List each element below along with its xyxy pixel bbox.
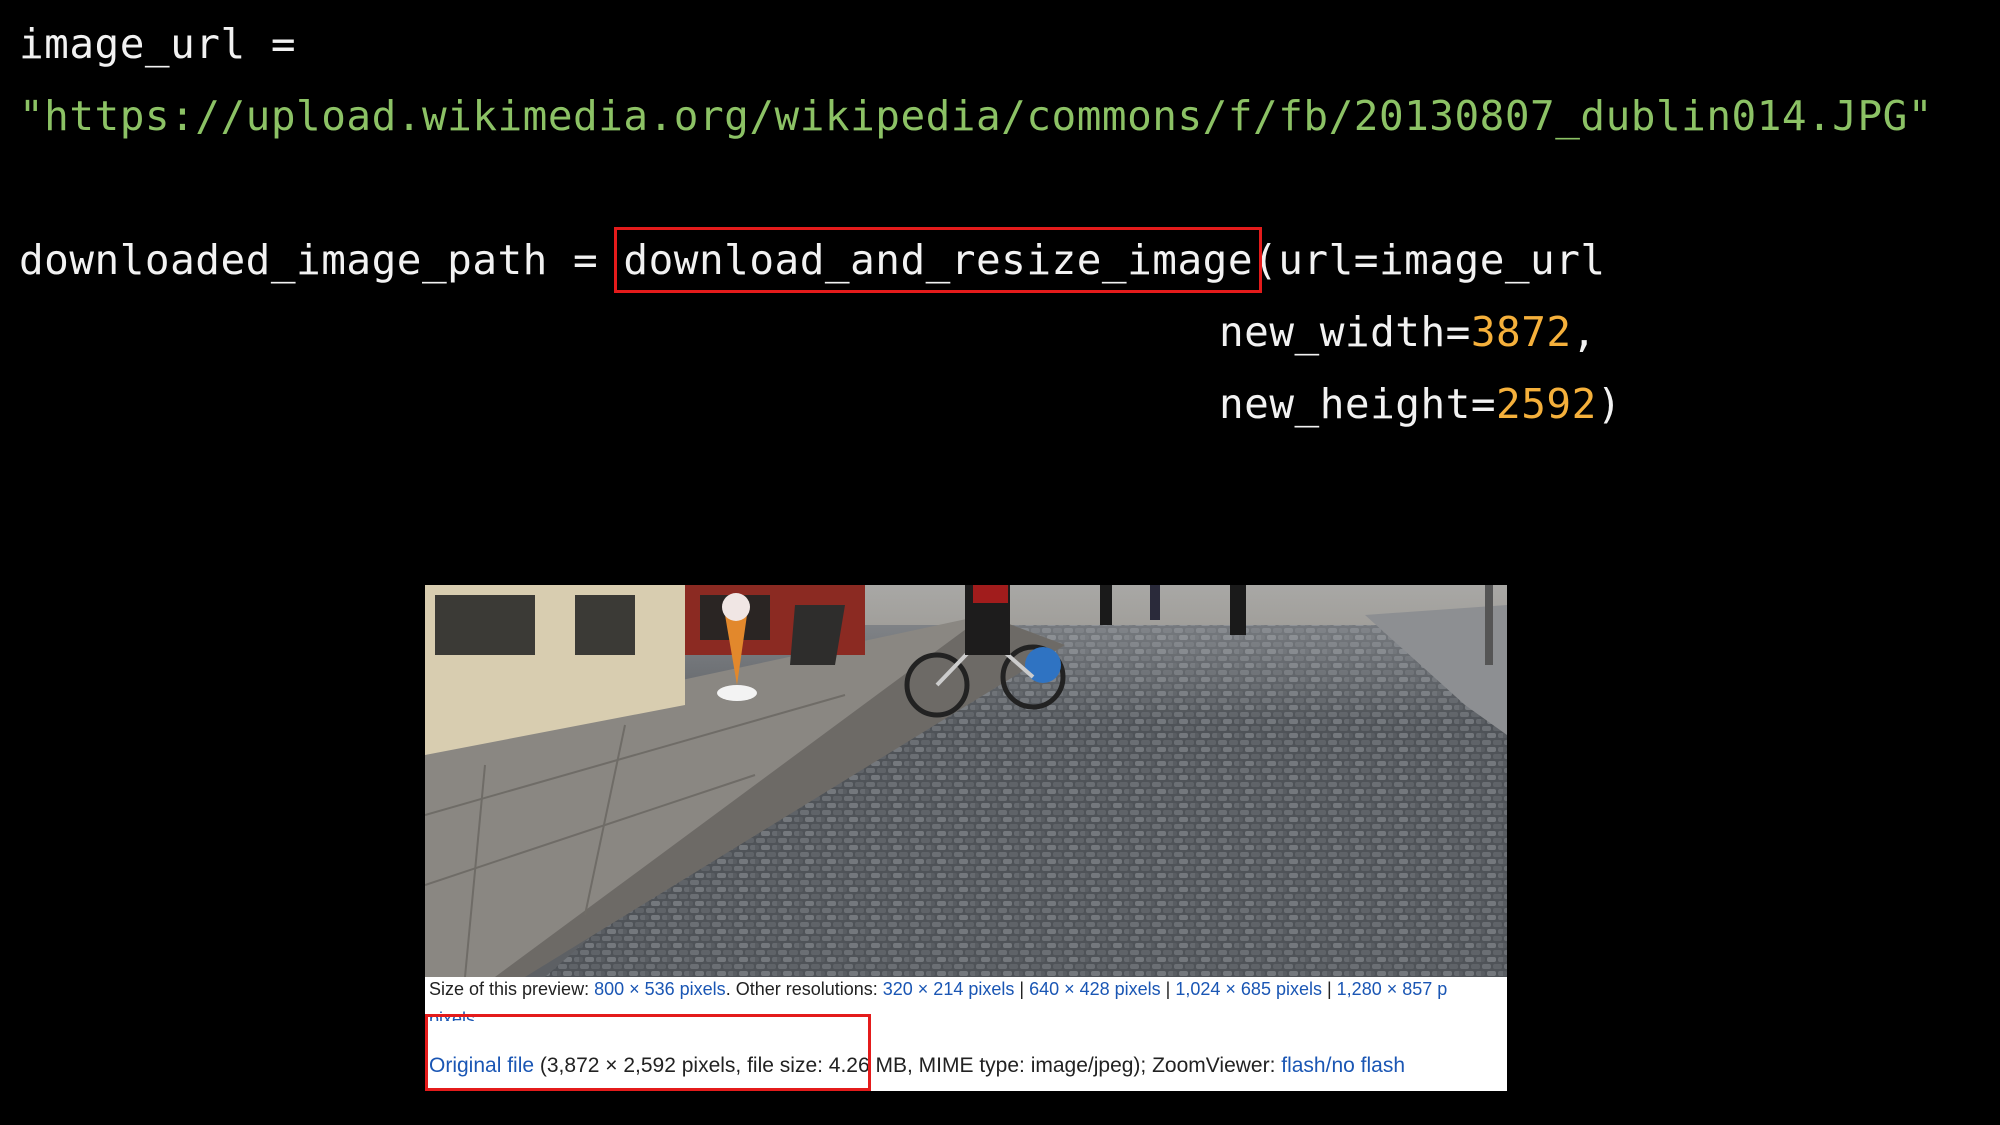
new-width-value: 3872 bbox=[1470, 308, 1572, 356]
downloaded-image-path-var: downloaded_image_path = bbox=[19, 236, 624, 284]
code-line-new-width: new_width=3872, bbox=[1219, 296, 1597, 368]
new-height-value: 2592 bbox=[1496, 380, 1597, 428]
other-resolutions-label: . Other resolutions: bbox=[725, 979, 883, 999]
resolution-link-1280[interactable]: 1,280 × 857 p bbox=[1337, 979, 1448, 999]
street-photo bbox=[425, 585, 1507, 977]
separator: | bbox=[1160, 979, 1176, 999]
code-line-url-string: "https://upload.wikimedia.org/wikipedia/… bbox=[19, 80, 1933, 152]
resolution-link-320[interactable]: 320 × 214 pixels bbox=[883, 979, 1015, 999]
url-argument: (url=image_url bbox=[1253, 236, 1606, 284]
close-paren: ) bbox=[1596, 380, 1622, 428]
separator: | bbox=[1014, 979, 1030, 999]
code-line-new-height: new_height=2592) bbox=[1219, 368, 1622, 440]
preview-size-label: Size of this preview: bbox=[429, 979, 595, 999]
code-line-download-call: downloaded_image_path = download_and_res… bbox=[19, 224, 1606, 296]
preview-size-line: Size of this preview: 800 × 536 pixels. … bbox=[429, 979, 1447, 1000]
zoomviewer-link[interactable]: flash/no flash bbox=[1281, 1054, 1405, 1077]
code-line-image-url: image_url = bbox=[19, 8, 296, 80]
original-file-highlight bbox=[425, 1014, 871, 1091]
new-height-key: new_height= bbox=[1219, 380, 1497, 428]
resolution-link-640[interactable]: 640 × 428 pixels bbox=[1029, 979, 1161, 999]
comma: , bbox=[1571, 308, 1597, 356]
function-name-highlighted: download_and_resize_image bbox=[614, 227, 1263, 293]
new-width-key: new_width= bbox=[1219, 308, 1471, 356]
street-photo-illustration bbox=[425, 585, 1507, 977]
image-url-assignment: image_url = bbox=[19, 20, 297, 68]
code-block: image_url = "https://upload.wikimedia.or… bbox=[19, 0, 1933, 432]
separator: | bbox=[1321, 979, 1337, 999]
wikimedia-screenshot: Size of this preview: 800 × 536 pixels. … bbox=[425, 585, 1507, 1091]
resolution-link-1024[interactable]: 1,024 × 685 pixels bbox=[1175, 979, 1322, 999]
url-string-literal: "https://upload.wikimedia.org/wikipedia/… bbox=[19, 92, 1933, 140]
preview-size-link[interactable]: 800 × 536 pixels bbox=[594, 979, 726, 999]
